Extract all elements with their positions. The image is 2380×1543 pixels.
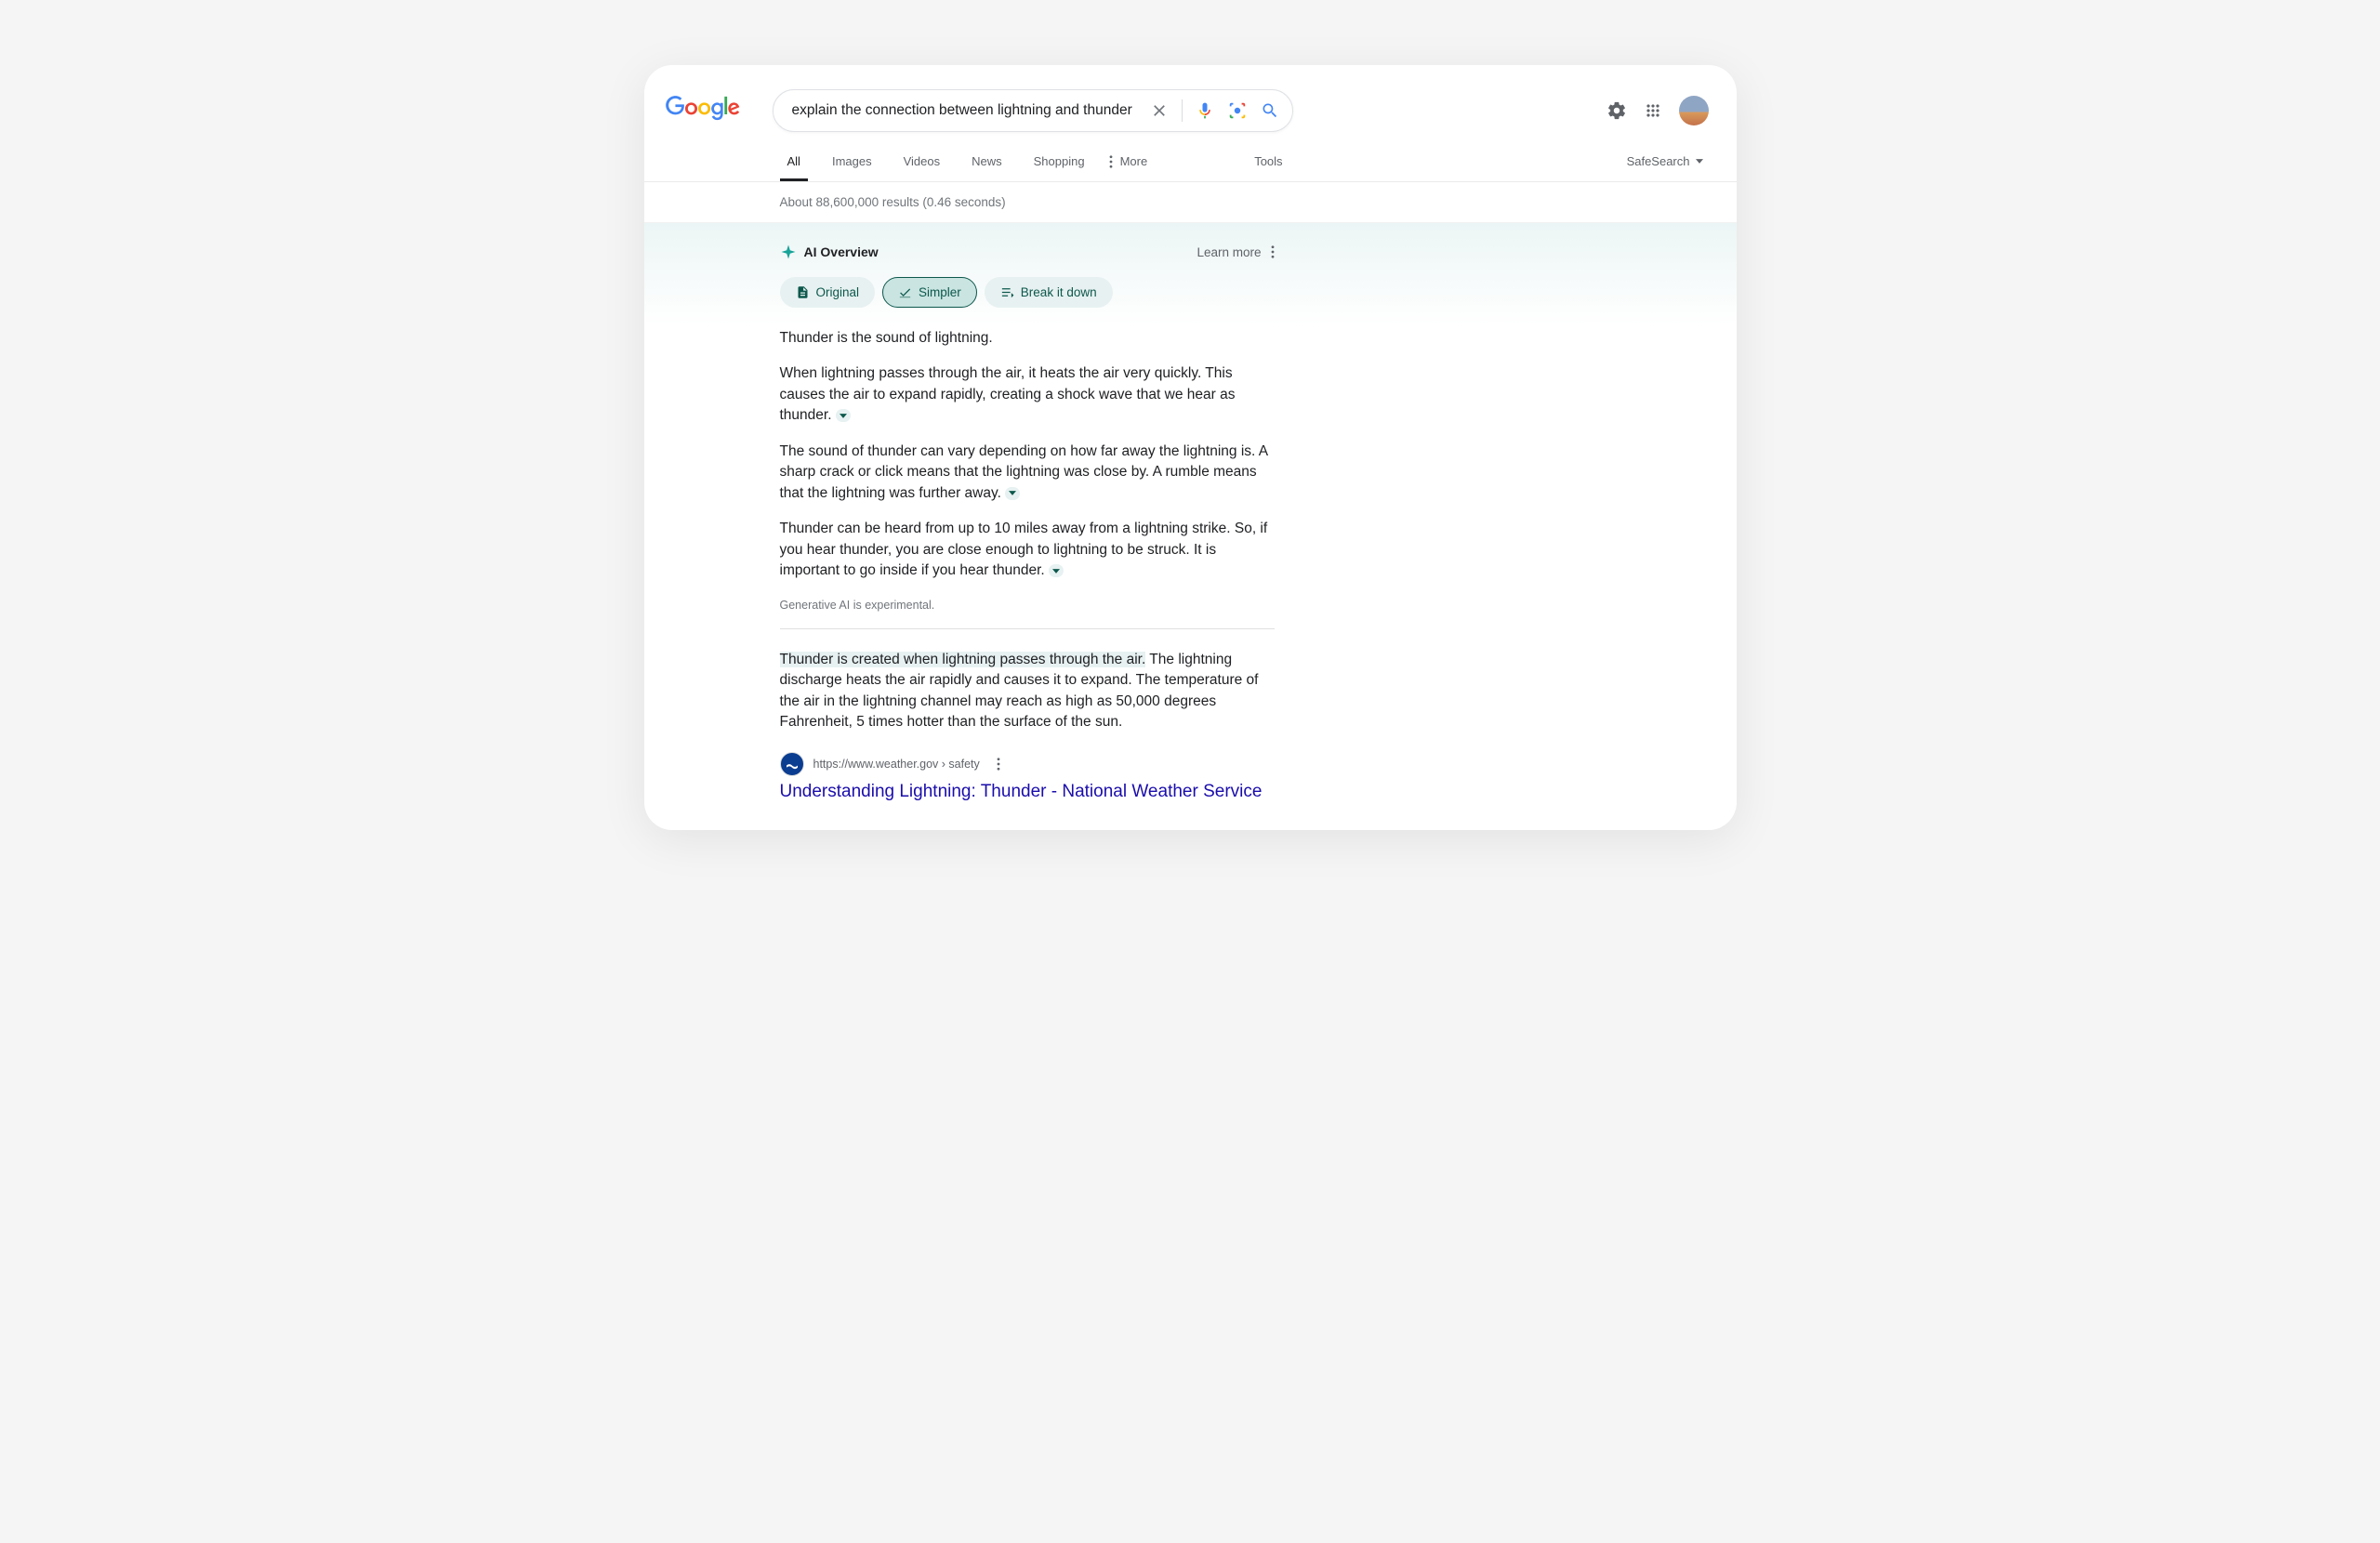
tab-news[interactable]: News	[964, 141, 1010, 181]
more-vert-icon[interactable]	[997, 758, 1000, 771]
clear-icon[interactable]	[1150, 101, 1169, 120]
avatar[interactable]	[1679, 96, 1709, 125]
ai-paragraph: Thunder is the sound of lightning.	[780, 328, 1275, 349]
search-icons	[1150, 99, 1279, 122]
search-bar[interactable]	[773, 89, 1293, 132]
tab-videos[interactable]: Videos	[896, 141, 948, 181]
apps-icon[interactable]	[1644, 101, 1662, 120]
results-stats: About 88,600,000 results (0.46 seconds)	[644, 182, 1737, 223]
lens-icon[interactable]	[1227, 100, 1248, 121]
search-icon[interactable]	[1261, 101, 1279, 120]
result-url[interactable]: https://www.weather.gov › safety	[813, 758, 980, 771]
header	[644, 65, 1737, 141]
microphone-icon[interactable]	[1196, 101, 1214, 120]
ai-overview-content: Thunder is the sound of lightning. When …	[780, 328, 1275, 629]
browser-window: All Images Videos News Shopping More Too…	[644, 65, 1737, 830]
nav-bar: All Images Videos News Shopping More Too…	[644, 141, 1737, 182]
citation-expand-icon[interactable]	[1049, 564, 1064, 577]
header-right	[1606, 96, 1720, 125]
google-logo[interactable]	[666, 96, 740, 125]
ai-overview-section: AI Overview Learn more Original Simpler	[780, 223, 1369, 629]
ai-overview-title: AI Overview	[780, 244, 879, 260]
chip-original[interactable]: Original	[780, 277, 876, 308]
noaa-favicon-icon	[780, 752, 804, 776]
divider	[1182, 99, 1183, 122]
mode-chips: Original Simpler Break it down	[780, 277, 1369, 308]
check-icon	[898, 285, 912, 299]
nav-more[interactable]: More	[1109, 154, 1148, 168]
chip-simpler[interactable]: Simpler	[882, 277, 977, 308]
main-content: AI Overview Learn more Original Simpler	[644, 223, 1369, 830]
ai-paragraph: The sound of thunder can vary depending …	[780, 442, 1275, 504]
tab-images[interactable]: Images	[825, 141, 879, 181]
citation-expand-icon[interactable]	[836, 409, 851, 422]
snippet-highlight: Thunder is created when lightning passes…	[780, 652, 1146, 667]
search-input[interactable]	[792, 102, 1150, 119]
tools-button[interactable]: Tools	[1254, 154, 1282, 168]
chip-break-down[interactable]: Break it down	[985, 277, 1113, 308]
document-icon	[796, 285, 810, 299]
safesearch-dropdown[interactable]: SafeSearch	[1627, 154, 1720, 168]
result-snippet: Thunder is created when lightning passes…	[780, 650, 1275, 733]
list-icon	[1000, 285, 1014, 299]
safesearch-label: SafeSearch	[1627, 154, 1690, 168]
more-vert-icon[interactable]	[1271, 245, 1275, 258]
sparkle-icon	[780, 244, 797, 260]
result-source: https://www.weather.gov › safety	[780, 752, 1369, 776]
ai-learn-more[interactable]: Learn more	[1197, 245, 1274, 259]
tab-shopping[interactable]: Shopping	[1026, 141, 1092, 181]
more-vert-icon	[1109, 155, 1113, 168]
nav-more-label: More	[1120, 154, 1148, 168]
ai-paragraph: When lightning passes through the air, i…	[780, 363, 1275, 426]
settings-icon[interactable]	[1606, 100, 1627, 121]
ai-disclaimer: Generative AI is experimental.	[780, 597, 1275, 629]
result-title-link[interactable]: Understanding Lightning: Thunder - Natio…	[780, 782, 1369, 802]
ai-paragraph: Thunder can be heard from up to 10 miles…	[780, 519, 1275, 581]
tab-all[interactable]: All	[780, 141, 808, 181]
chevron-down-icon	[1696, 159, 1703, 164]
citation-expand-icon[interactable]	[1005, 487, 1020, 500]
